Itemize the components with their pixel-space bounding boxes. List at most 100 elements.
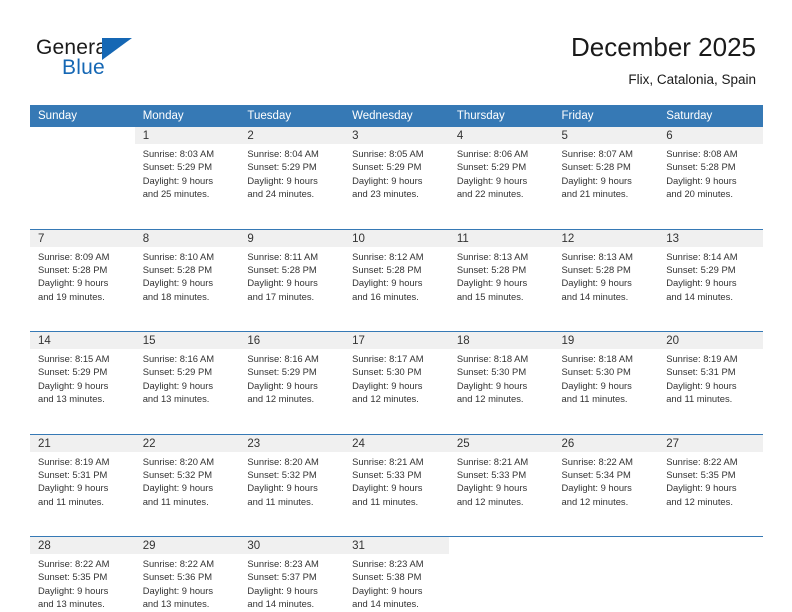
day-detail-line: Sunset: 5:32 PM xyxy=(247,468,317,480)
calendar-day-cell[interactable]: 9 Sunrise: 8:11 AM Sunset: 5:28 PM Daylight… xyxy=(239,228,345,320)
day-detail-line: Daylight: 9 hours xyxy=(247,482,318,494)
day-detail-line: Sunset: 5:29 PM xyxy=(38,366,108,378)
day-number: 24 xyxy=(344,434,449,452)
day-detail-line: and 23 minutes. xyxy=(352,188,419,200)
day-cell-inner: 17 Sunrise: 8:17 AM Sunset: 5:30 PM Dayligh… xyxy=(344,332,449,422)
calendar-day-cell[interactable]: 26 Sunrise: 8:22 AM Sunset: 5:34 PM Dayligh… xyxy=(553,433,659,525)
calendar-day-cell[interactable]: 13 Sunrise: 8:14 AM Sunset: 5:29 PM Dayligh… xyxy=(658,228,763,320)
day-detail-line: Sunrise: 8:17 AM xyxy=(352,353,424,364)
calendar-week-row: 7 Sunrise: 8:09 AM Sunset: 5:28 PM Daylight… xyxy=(30,228,763,320)
day-number: 25 xyxy=(448,434,554,452)
calendar-day-cell[interactable]: 14 Sunrise: 8:15 AM Sunset: 5:29 PM Dayligh… xyxy=(30,331,135,422)
calendar-day-cell[interactable]: 24 Sunrise: 8:21 AM Sunset: 5:33 PM Dayligh… xyxy=(344,433,449,525)
day-detail-line: Sunrise: 8:22 AM xyxy=(142,558,215,569)
calendar-day-cell[interactable]: 30 Sunrise: 8:23 AM Sunset: 5:37 PM Dayligh… xyxy=(239,536,345,612)
calendar-day-cell[interactable]: 20 Sunrise: 8:19 AM Sunset: 5:31 PM Dayligh… xyxy=(658,331,763,422)
day-detail-line: and 18 minutes. xyxy=(142,290,210,302)
calendar-day-cell[interactable]: 7 Sunrise: 8:09 AM Sunset: 5:28 PM Daylight… xyxy=(30,228,135,320)
day-detail-line: Daylight: 9 hours xyxy=(38,379,109,391)
day-cell-inner: 27 Sunrise: 8:22 AM Sunset: 5:35 PM Dayligh… xyxy=(658,434,763,525)
day-detail-line: Sunset: 5:29 PM xyxy=(352,161,422,173)
day-detail-line: and 12 minutes. xyxy=(456,495,524,507)
calendar-day-cell[interactable]: 1 Sunrise: 8:03 AM Sunset: 5:29 PM Daylight… xyxy=(134,127,240,217)
calendar-day-cell[interactable]: 4 Sunrise: 8:06 AM Sunset: 5:29 PM Daylight… xyxy=(448,127,554,217)
week-spacer xyxy=(30,319,763,332)
day-detail-line: and 11 minutes. xyxy=(352,495,419,507)
weekday-header-saturday: Saturday xyxy=(658,105,763,127)
day-detail-line: Sunset: 5:30 PM xyxy=(561,366,631,378)
calendar-day-cell[interactable]: 15 Sunrise: 8:16 AM Sunset: 5:29 PM Dayligh… xyxy=(134,331,240,422)
day-detail-line: Daylight: 9 hours xyxy=(561,379,632,391)
calendar-day-cell[interactable]: 28 Sunrise: 8:22 AM Sunset: 5:35 PM Dayligh… xyxy=(30,536,135,612)
calendar-day-cell[interactable]: 27 Sunrise: 8:22 AM Sunset: 5:35 PM Dayligh… xyxy=(658,433,763,525)
calendar-day-cell[interactable]: 19 Sunrise: 8:18 AM Sunset: 5:30 PM Dayligh… xyxy=(553,331,659,422)
day-number: 28 xyxy=(30,537,135,554)
day-detail-line: Sunset: 5:35 PM xyxy=(666,468,736,480)
day-number: 6 xyxy=(658,127,763,144)
day-detail-line: and 21 minutes. xyxy=(561,188,629,200)
calendar-table: Sunday Monday Tuesday Wednesday Thursday… xyxy=(30,105,763,612)
calendar-day-cell[interactable]: 11 Sunrise: 8:13 AM Sunset: 5:28 PM Dayligh… xyxy=(448,228,554,320)
day-detail-line: Daylight: 9 hours xyxy=(38,277,109,289)
calendar-day-cell[interactable]: 5 Sunrise: 8:07 AM Sunset: 5:28 PM Daylight… xyxy=(553,127,659,217)
day-details: Sunrise: 8:23 AM Sunset: 5:37 PM Daylight:… xyxy=(239,554,344,611)
day-detail-line: Daylight: 9 hours xyxy=(247,174,318,186)
day-detail-line: and 14 minutes. xyxy=(666,290,733,302)
day-details: Sunrise: 8:22 AM Sunset: 5:36 PM Daylight:… xyxy=(135,554,240,611)
calendar-day-cell[interactable]: 23 Sunrise: 8:20 AM Sunset: 5:32 PM Dayligh… xyxy=(239,433,345,525)
calendar-day-cell[interactable]: 3 Sunrise: 8:05 AM Sunset: 5:29 PM Daylight… xyxy=(344,127,449,217)
day-cell-inner: 24 Sunrise: 8:21 AM Sunset: 5:33 PM Dayligh… xyxy=(344,434,449,525)
day-number xyxy=(448,537,554,554)
calendar-day-cell[interactable]: 22 Sunrise: 8:20 AM Sunset: 5:32 PM Dayligh… xyxy=(134,433,240,525)
calendar-day-cell[interactable]: 6 Sunrise: 8:08 AM Sunset: 5:28 PM Daylight… xyxy=(658,127,763,217)
day-cell-inner: 20 Sunrise: 8:19 AM Sunset: 5:31 PM Dayligh… xyxy=(658,332,763,422)
day-cell-inner: 8 Sunrise: 8:10 AM Sunset: 5:28 PM Daylight… xyxy=(134,229,240,320)
day-detail-line: Daylight: 9 hours xyxy=(38,584,109,596)
day-details: Sunrise: 8:05 AM Sunset: 5:29 PM Daylight:… xyxy=(344,144,449,201)
day-detail-line: Daylight: 9 hours xyxy=(352,482,423,494)
calendar-day-cell[interactable]: 31 Sunrise: 8:23 AM Sunset: 5:38 PM Dayligh… xyxy=(344,536,449,612)
day-detail-line: and 11 minutes. xyxy=(666,393,733,405)
day-details: Sunrise: 8:15 AM Sunset: 5:29 PM Daylight:… xyxy=(30,349,135,406)
day-detail-line: and 13 minutes. xyxy=(142,393,210,405)
page-header: General Blue December 2025 Flix, Catalon… xyxy=(0,0,792,102)
day-detail-line: Daylight: 9 hours xyxy=(666,482,737,494)
day-detail-line: Sunset: 5:33 PM xyxy=(456,468,527,480)
calendar-day-cell[interactable]: 25 Sunrise: 8:21 AM Sunset: 5:33 PM Dayligh… xyxy=(448,433,554,525)
day-number: 17 xyxy=(344,332,449,349)
day-details: Sunrise: 8:08 AM Sunset: 5:28 PM Daylight:… xyxy=(658,144,763,201)
day-detail-line: Sunset: 5:28 PM xyxy=(456,263,527,275)
day-detail-line: and 12 minutes. xyxy=(456,393,524,405)
day-detail-line: and 12 minutes. xyxy=(352,393,419,405)
day-detail-line: Sunset: 5:37 PM xyxy=(247,571,317,583)
day-details: Sunrise: 8:06 AM Sunset: 5:29 PM Daylight:… xyxy=(449,144,554,201)
day-detail-line: Sunset: 5:29 PM xyxy=(142,161,213,173)
day-detail-line: Sunrise: 8:04 AM xyxy=(247,148,319,159)
day-detail-line: Sunrise: 8:11 AM xyxy=(247,250,319,262)
day-cell-inner: 25 Sunrise: 8:21 AM Sunset: 5:33 PM Dayligh… xyxy=(448,434,554,525)
day-detail-line: and 14 minutes. xyxy=(561,290,629,302)
day-detail-line: Sunset: 5:28 PM xyxy=(142,263,213,275)
day-detail-line: Sunrise: 8:20 AM xyxy=(247,455,319,467)
calendar-day-cell[interactable]: 17 Sunrise: 8:17 AM Sunset: 5:30 PM Dayligh… xyxy=(344,331,449,422)
calendar-day-cell[interactable]: 18 Sunrise: 8:18 AM Sunset: 5:30 PM Dayligh… xyxy=(448,331,554,422)
calendar-day-cell[interactable]: 21 Sunrise: 8:19 AM Sunset: 5:31 PM Dayligh… xyxy=(30,433,135,525)
day-details xyxy=(30,144,135,147)
day-details xyxy=(449,554,554,557)
calendar-day-cell[interactable]: 8 Sunrise: 8:10 AM Sunset: 5:28 PM Daylight… xyxy=(134,228,240,320)
day-number: 12 xyxy=(553,229,659,247)
day-detail-line: and 12 minutes. xyxy=(561,495,629,507)
calendar-day-cell[interactable]: 2 Sunrise: 8:04 AM Sunset: 5:29 PM Daylight… xyxy=(239,127,345,217)
calendar-day-cell[interactable]: 12 Sunrise: 8:13 AM Sunset: 5:28 PM Dayligh… xyxy=(553,228,659,320)
calendar-day-cell[interactable]: 16 Sunrise: 8:16 AM Sunset: 5:29 PM Dayligh… xyxy=(239,331,345,422)
day-number: 19 xyxy=(553,332,659,349)
day-cell-inner: 13 Sunrise: 8:14 AM Sunset: 5:29 PM Dayligh… xyxy=(658,229,763,320)
calendar-week-row: 14 Sunrise: 8:15 AM Sunset: 5:29 PM Dayligh… xyxy=(30,331,763,422)
day-number: 23 xyxy=(239,434,345,452)
calendar-day-cell[interactable]: 29 Sunrise: 8:22 AM Sunset: 5:36 PM Dayligh… xyxy=(134,536,240,612)
day-number: 8 xyxy=(134,229,240,247)
day-detail-line: Sunrise: 8:13 AM xyxy=(456,250,529,262)
calendar-day-cell[interactable]: 10 Sunrise: 8:12 AM Sunset: 5:28 PM Dayligh… xyxy=(344,228,449,320)
day-cell-inner: 9 Sunrise: 8:11 AM Sunset: 5:28 PM Daylight… xyxy=(239,229,345,320)
day-detail-line: Sunset: 5:29 PM xyxy=(247,161,317,173)
